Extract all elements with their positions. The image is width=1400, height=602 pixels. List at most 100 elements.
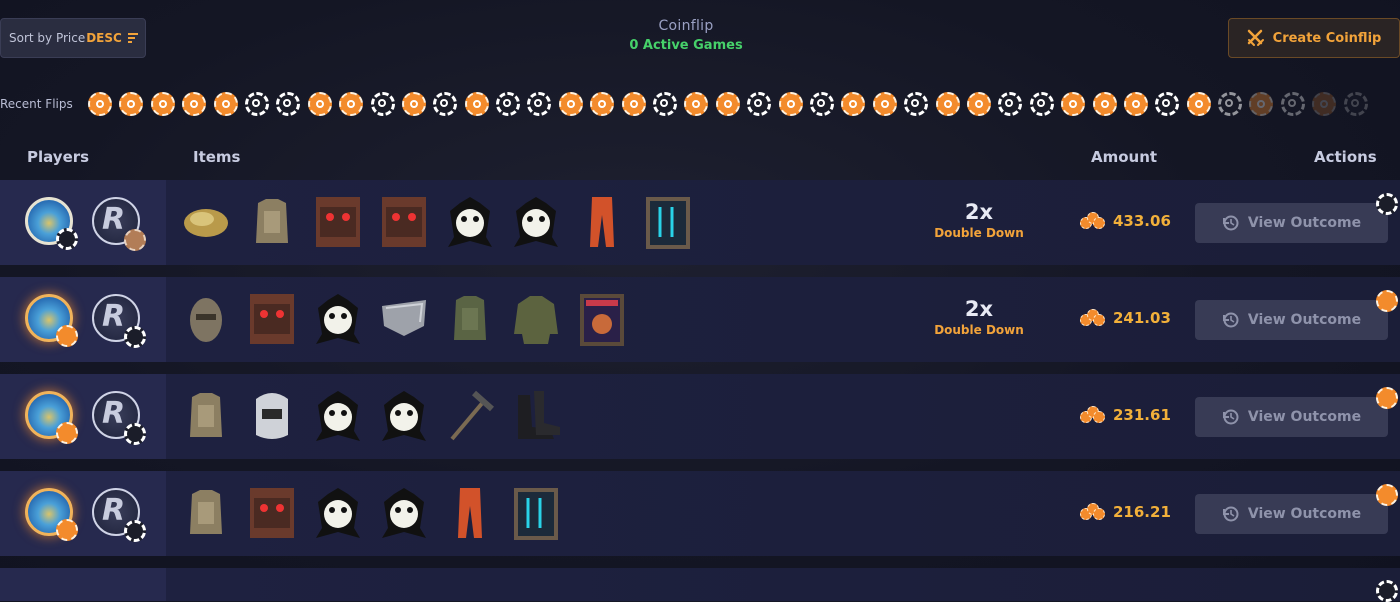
panda-rug-item-icon[interactable] [312,387,364,445]
neon-sign-item-icon[interactable] [642,193,694,251]
view-outcome-label: View Outcome [1247,312,1362,328]
orange-coin-icon [1186,92,1211,116]
orange-coin-icon [150,92,175,116]
orange-coin-icon [715,92,740,116]
player1-coin-badge-icon [56,422,78,444]
multiplier-value: 2x [964,297,994,321]
coin-side-icon [1376,290,1398,312]
player1-avatar[interactable] [25,391,78,444]
multiplier-cell: 2x Double Down [930,200,1028,240]
player1-avatar[interactable] [25,294,78,347]
coin-side-icon [1376,193,1398,215]
panda-rug-item-icon[interactable] [510,193,562,251]
red-box-item-icon[interactable] [246,484,298,542]
view-outcome-label: View Outcome [1247,409,1362,425]
orange-coin-icon [339,92,364,116]
orange-coin-icon [558,92,583,116]
player1-coin-badge-icon [56,228,78,250]
amount-value: 216.21 [1113,503,1171,521]
amount-cell: 241.03 [1080,309,1171,327]
orange-coin-icon [778,92,803,116]
amount-cell: 433.06 [1080,212,1171,230]
green-vest-item-icon[interactable] [444,290,496,348]
neon-sign-item-icon[interactable] [510,484,562,542]
recent-flips-bar: Recent Flips [0,88,1400,120]
red-box-item-icon[interactable] [312,193,364,251]
panda-rug-item-icon[interactable] [378,484,430,542]
coin-stack-icon [1080,212,1106,230]
player2-avatar[interactable]: R [92,391,146,445]
panda-rug-item-icon[interactable] [312,290,364,348]
items-cell [180,193,694,253]
multiplier-value: 2x [964,200,994,224]
view-outcome-button[interactable]: View Outcome [1195,397,1388,437]
boots-item-icon[interactable] [510,387,562,445]
page-title: Coinflip [658,18,714,34]
white-coin-icon [244,92,269,116]
players-cell: R [0,277,166,362]
coin-stack-icon [1080,503,1106,521]
amount-value: 433.06 [1113,212,1171,230]
player1-coin-badge-icon [56,325,78,347]
page-header: Coinflip 0 Active Games [560,18,812,53]
orange-pants-item-icon[interactable] [576,193,628,251]
armor-vest-item-icon[interactable] [180,387,232,445]
panda-rug-item-icon[interactable] [378,387,430,445]
armor-vest-item-icon[interactable] [180,484,232,542]
recent-flips-coins [88,92,1368,116]
white-coin-icon [433,92,458,116]
orange-coin-icon [213,92,238,116]
player2-avatar[interactable]: R [92,197,146,251]
sort-lines-icon [127,31,138,45]
orange-coin-icon [841,92,866,116]
amount-value: 241.03 [1113,309,1171,327]
green-jacket-item-icon[interactable] [510,290,562,348]
top-bar: Sort by Price DESC Coinflip 0 Active Game… [0,0,1400,78]
player1-avatar[interactable] [25,488,78,541]
multiplier-cell: 2x Double Down [930,297,1028,337]
coin-side-icon [1376,484,1398,506]
white-coin-icon [1343,92,1368,116]
pickaxe-item-icon[interactable] [444,387,496,445]
ramen-sign-item-icon[interactable] [576,290,628,348]
white-coin-icon [1280,92,1305,116]
players-cell: R [0,374,166,459]
gold-ore-item-icon[interactable] [180,193,232,251]
coinflip-row: R 2x Double Down 433.06 View Outcome [0,180,1400,265]
red-box-item-icon[interactable] [246,290,298,348]
white-coin-icon [1029,92,1054,116]
red-box-item-icon[interactable] [378,193,430,251]
orange-coin-icon [464,92,489,116]
coinflip-row: R 2x Double Down 241.03 View Outcome [0,277,1400,362]
view-outcome-button[interactable]: View Outcome [1195,203,1388,243]
shield-item-icon[interactable] [378,290,430,348]
view-outcome-button[interactable]: View Outcome [1195,494,1388,534]
white-coin-icon [276,92,301,116]
player2-avatar[interactable]: R [92,488,146,542]
orange-coin-icon [119,92,144,116]
coinflip-row [0,568,1400,602]
player2-avatar[interactable]: R [92,294,146,348]
player2-coin-badge-icon [124,326,146,348]
panda-rug-item-icon[interactable] [312,484,364,542]
white-coin-icon [1218,92,1243,116]
multiplier-label: Double Down [934,226,1024,240]
orange-pants-item-icon[interactable] [444,484,496,542]
orange-coin-icon [1061,92,1086,116]
view-outcome-button[interactable]: View Outcome [1195,300,1388,340]
recent-flips-label: Recent Flips [0,97,73,111]
metal-helmet-item-icon[interactable] [180,290,232,348]
armor-vest-item-icon[interactable] [246,193,298,251]
welding-mask-item-icon[interactable] [246,387,298,445]
active-games-count: 0 Active Games [629,38,743,53]
white-coin-icon [1155,92,1180,116]
orange-coin-icon [590,92,615,116]
history-icon [1222,506,1239,522]
panda-rug-item-icon[interactable] [444,193,496,251]
items-cell [180,484,562,544]
coinflip-row: R 231.61 View Outcome [0,374,1400,459]
create-coinflip-button[interactable]: Create Coinflip [1228,18,1400,58]
sort-button[interactable]: Sort by Price DESC [0,18,146,58]
player1-avatar[interactable] [25,197,78,250]
amount-cell: 231.61 [1080,406,1171,424]
